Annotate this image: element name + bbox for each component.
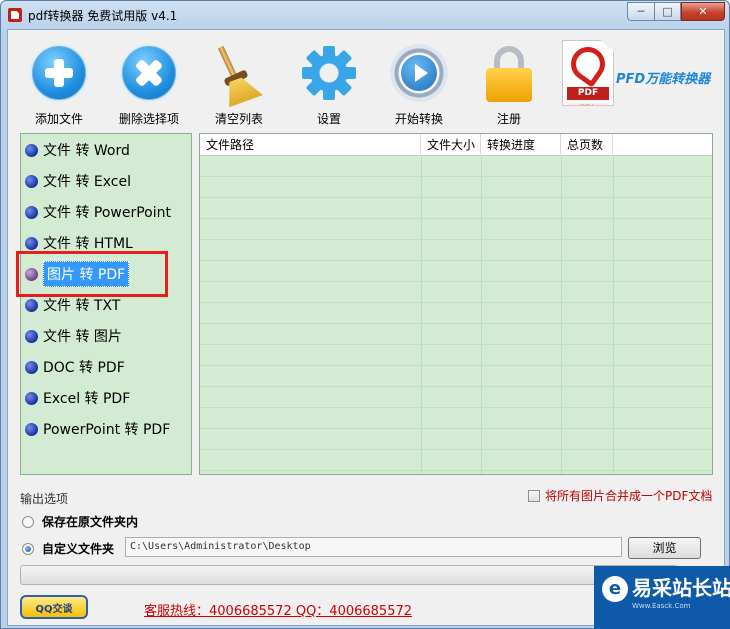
conversion-progress-bar [20,565,678,585]
mode-bullet-icon [25,329,38,343]
clear-list-button[interactable]: 清空列表 [194,40,284,126]
watermark-subtext: Www.Easck.Com [632,602,691,610]
close-button[interactable]: ✕ [681,2,725,21]
output-options-title: 输出选项 [20,492,69,506]
register-label: 注册 [496,112,521,126]
app-window: pdf转换器 免费试用版 v4.1 ─ □ ✕ 添加文件 删除选择项 清空列表 … [0,0,730,629]
browse-button[interactable]: 浏览 [628,537,701,559]
table-body [200,156,712,474]
mode-item[interactable]: Excel 转 PDF [25,386,130,410]
settings-label: 设置 [316,112,341,126]
maximize-button[interactable]: □ [654,2,681,21]
delete-selected-label: 删除选择项 [118,112,179,126]
brand-name: PFD万能转换器 [616,72,711,87]
mode-bullet-icon [25,391,38,405]
column-header-path[interactable]: 文件路径 [200,134,421,156]
clear-list-label: 清空列表 [214,112,263,126]
pdf-logo-reflection: bDF [567,101,609,106]
merge-images-option[interactable]: 将所有图片合并成一个PDF文档 [528,487,712,504]
merge-checkbox[interactable] [528,489,540,502]
add-file-label: 添加文件 [34,112,83,126]
start-convert-label: 开始转换 [394,112,443,126]
mode-bullet-icon [25,143,38,157]
window-controls: ─ □ ✕ [627,2,725,21]
play-icon [390,44,448,102]
output-path-field[interactable]: C:\Users\Administrator\Desktop [125,537,622,557]
delete-selected-button[interactable]: 删除选择项 [104,40,194,126]
mode-item[interactable]: DOC 转 PDF [25,355,125,379]
register-button[interactable]: 注册 [464,40,554,126]
column-header-progress[interactable]: 转换进度 [481,134,561,156]
watermark-logo-icon: e [602,576,628,602]
pdf-app-icon [8,8,22,22]
custom-folder-radio[interactable] [22,542,34,555]
column-header-size[interactable]: 文件大小 [421,134,481,156]
mode-bullet-icon [25,236,38,250]
mode-bullet-icon [25,360,38,374]
settings-button[interactable]: 设置 [284,40,374,126]
watermark: e 易采站长站 Www.Easck.Com [594,566,730,629]
mode-bullet-icon [25,205,38,219]
pdf-logo-text: PDF [567,87,609,100]
add-icon [30,44,88,102]
mode-item[interactable]: PowerPoint 转 PDF [25,417,170,441]
column-header-pages[interactable]: 总页数 [561,134,613,156]
mode-bullet-icon [25,174,38,188]
conversion-mode-list: 文件 转 Word 文件 转 Excel 文件 转 PowerPoint 文件 … [20,133,192,475]
window-title: pdf转换器 免费试用版 v4.1 [28,9,178,23]
mode-item[interactable]: 文件 转 Word [25,138,130,162]
custom-folder-label: 自定义文件夹 [42,542,115,556]
mode-item[interactable]: 文件 转 PowerPoint [25,200,171,224]
mode-item[interactable]: 文件 转 Excel [25,169,131,193]
minimize-button[interactable]: ─ [627,2,654,21]
pdf-logo-icon: PDF bDF [562,40,614,106]
broom-icon [210,44,268,102]
gear-icon [300,44,358,102]
save-original-label: 保存在原文件夹内 [42,515,139,529]
toolbar: 添加文件 删除选择项 清空列表 设置 开始转换 注册 PDF bDF PFD万能… [8,30,724,128]
hotline-link[interactable]: 客服热线：4006685572 QQ：4006685572 [144,600,412,619]
brand-logo: PDF bDF PFD万能转换器 [562,40,722,126]
mode-bullet-icon [25,422,38,436]
qq-chat-button[interactable]: QQ交谈 [20,595,88,619]
start-convert-button[interactable]: 开始转换 [374,40,464,126]
delete-icon [120,44,178,102]
title-bar: pdf转换器 免费试用版 v4.1 ─ □ ✕ [1,1,729,29]
table-header: 文件路径 文件大小 转换进度 总页数 [200,134,712,156]
watermark-text: 易采站长站 [632,576,730,600]
save-original-folder-option[interactable]: 保存在原文件夹内 [22,513,138,530]
client-area: 添加文件 删除选择项 清空列表 设置 开始转换 注册 PDF bDF PFD万能… [7,29,725,626]
annotation-highlight-box [16,251,168,297]
lock-icon [480,44,538,102]
custom-folder-option[interactable]: 自定义文件夹 [22,540,114,557]
file-table[interactable]: 文件路径 文件大小 转换进度 总页数 [199,133,713,475]
mode-bullet-icon [25,298,38,312]
mode-item[interactable]: 文件 转 图片 [25,324,122,348]
add-file-button[interactable]: 添加文件 [14,40,104,126]
save-original-radio[interactable] [22,515,34,528]
merge-label: 将所有图片合并成一个PDF文档 [545,489,713,503]
